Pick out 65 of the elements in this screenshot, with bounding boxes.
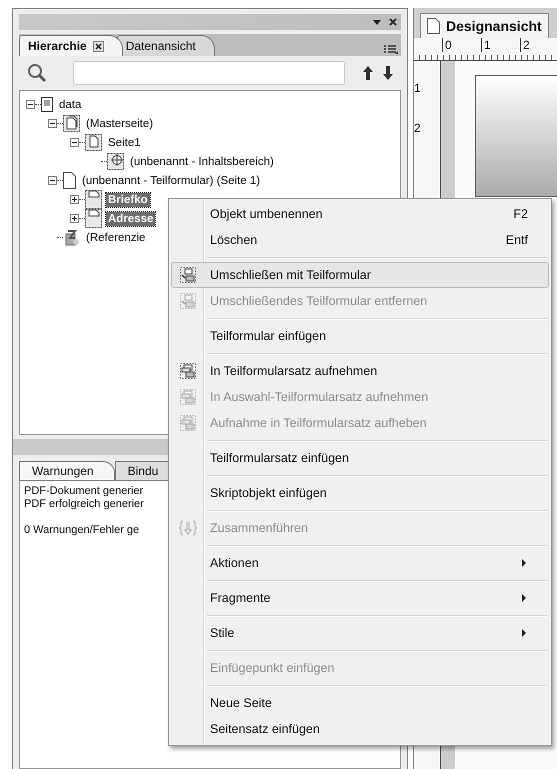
menu-item[interactable]: In Teilformularsatz aufnehmen — [171, 358, 549, 384]
menu-item[interactable]: Löschen Entf — [171, 227, 549, 253]
search-icon[interactable] — [27, 63, 47, 83]
shortcut-label: Entf — [506, 233, 528, 247]
submenu-arrow-icon — [522, 629, 526, 637]
tree-item[interactable]: Seite1 — [106, 136, 143, 150]
tree-item[interactable]: (unbenannt - Teilformular) (Seite 1) — [80, 174, 262, 188]
panel-tab[interactable]: Hierarchie — [19, 35, 123, 56]
log-line: PDF-Dokument generier — [24, 485, 144, 498]
submenu-arrow-icon — [522, 594, 526, 602]
collapse-icon[interactable] — [26, 100, 35, 109]
tree-item[interactable]: (Masterseite) — [84, 116, 156, 130]
collapse-icon[interactable] — [48, 119, 57, 128]
arrow-up-icon[interactable] — [363, 66, 373, 80]
subform-set-icon — [180, 389, 196, 405]
log-line: 0 Warnungen/Fehler ge — [24, 524, 140, 537]
menu-item[interactable]: Teilformular einfügen — [171, 323, 549, 349]
panel-tab[interactable]: Warnungen — [19, 461, 115, 480]
tree-item[interactable]: Briefko — [106, 192, 150, 206]
menu-item[interactable]: Seitensatz einfügen — [171, 716, 549, 742]
page-icon — [427, 18, 440, 34]
reference-icon — [63, 229, 80, 246]
subform-set-icon — [180, 415, 196, 431]
ruler-label: 0 — [442, 38, 481, 52]
panel-tab[interactable]: Datenansicht — [116, 35, 215, 56]
submenu-arrow-icon — [522, 559, 526, 567]
log-line: PDF erfolgreich generier — [24, 498, 144, 511]
document-icon — [41, 97, 53, 112]
expand-icon[interactable] — [70, 214, 79, 223]
menu-item[interactable]: Neue Seite — [171, 690, 549, 716]
list-menu-icon[interactable] — [384, 45, 398, 54]
dropdown-icon[interactable] — [373, 20, 381, 24]
tree-item[interactable]: (unbenannt - Inhaltsbereich) — [128, 154, 276, 168]
close-icon[interactable] — [92, 40, 104, 52]
ruler-label: 2 — [414, 121, 422, 137]
ruler-label: 1 — [481, 38, 520, 52]
menu-item[interactable]: Objekt umbenennen F2 — [171, 201, 549, 227]
collapse-icon[interactable] — [48, 176, 57, 185]
document-tab[interactable]: Designansicht — [420, 13, 549, 38]
subform-set-icon — [180, 363, 196, 379]
search-field[interactable] — [73, 61, 345, 85]
tree-item[interactable]: Adresse — [106, 212, 156, 226]
merge-icon — [179, 520, 197, 536]
ruler-label: 1 — [414, 81, 422, 97]
page-icon — [85, 190, 102, 209]
collapse-icon[interactable] — [70, 138, 79, 147]
pages-icon — [63, 115, 80, 132]
expand-icon[interactable] — [70, 195, 79, 204]
tree-item[interactable]: (Referenzie — [84, 230, 148, 244]
subform-icon — [180, 267, 196, 283]
menu-item[interactable]: Stile — [171, 620, 549, 646]
shortcut-label: F2 — [513, 207, 528, 221]
menu-item[interactable]: Umschließen mit Teilformular — [171, 262, 549, 288]
page-icon — [85, 134, 102, 151]
page-icon — [63, 172, 76, 189]
close-icon[interactable] — [389, 18, 397, 26]
subform-icon — [180, 293, 196, 309]
page-icon — [85, 209, 102, 228]
ruler-label: 2 — [520, 38, 557, 52]
menu-item[interactable]: Skriptobjekt einfügen — [171, 480, 549, 506]
arrow-down-icon[interactable] — [383, 66, 393, 80]
tree-item[interactable]: data — [57, 98, 84, 112]
menu-item[interactable]: Aktionen — [171, 550, 549, 576]
crosshair-icon — [107, 153, 124, 170]
menu-item[interactable]: Fragmente — [171, 585, 549, 611]
